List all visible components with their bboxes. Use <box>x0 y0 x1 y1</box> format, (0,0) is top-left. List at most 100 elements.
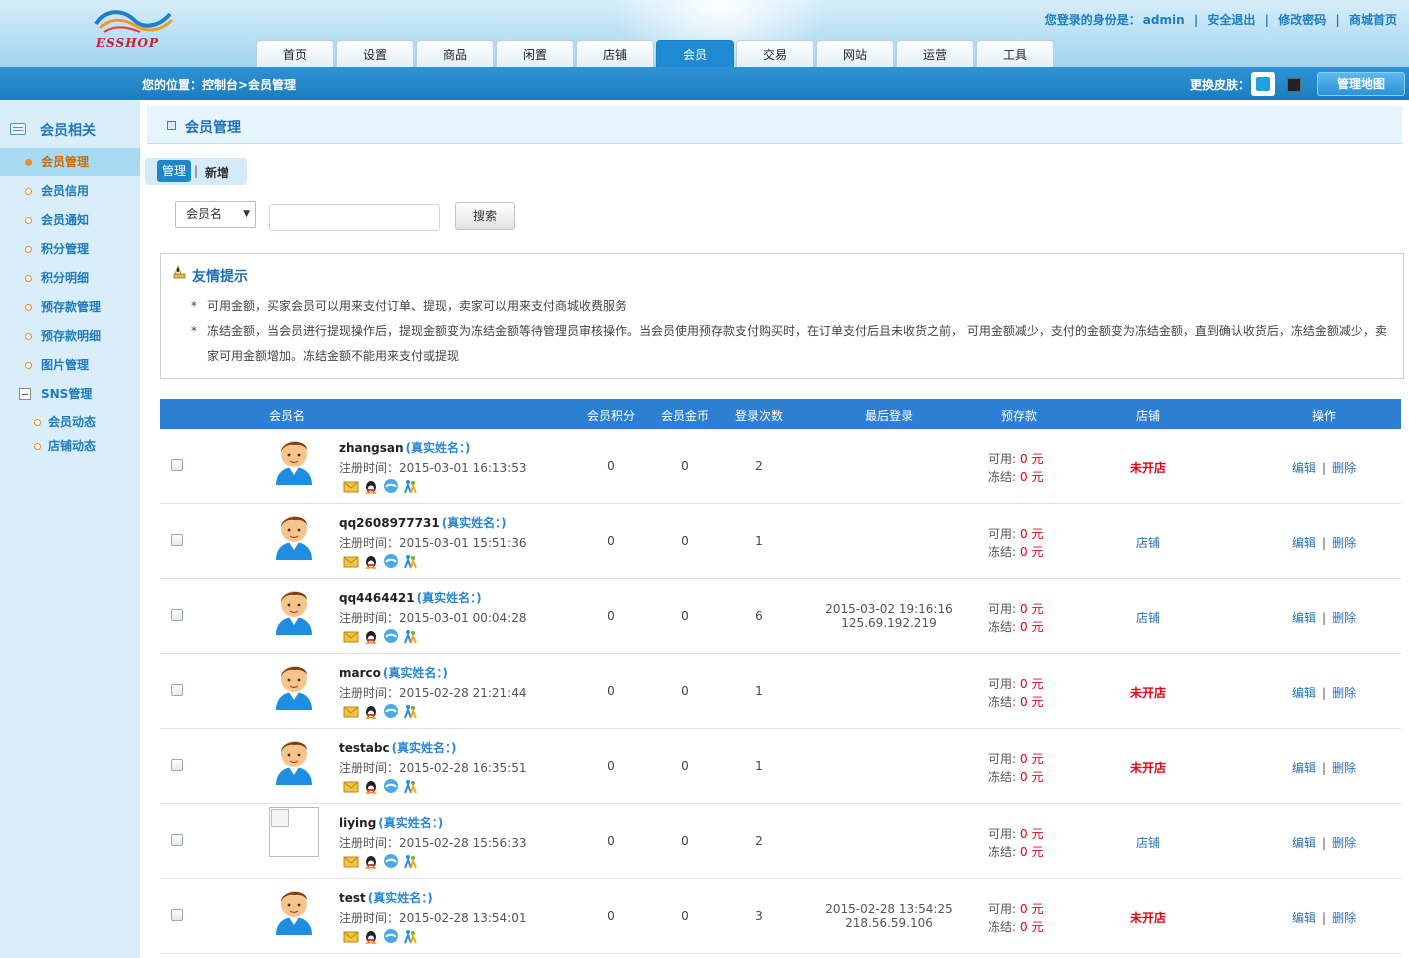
avatar-icon[interactable] <box>272 510 316 560</box>
row-checkbox[interactable] <box>171 459 183 471</box>
logout-link[interactable]: 安全退出 <box>1207 13 1255 27</box>
qq-icon[interactable] <box>363 853 379 869</box>
skin-blue-swatch[interactable] <box>1251 72 1275 96</box>
search-type-select[interactable]: 会员名 ▼ <box>175 201 256 228</box>
email-icon[interactable] <box>343 778 359 794</box>
edit-link[interactable]: 编辑 <box>1292 761 1316 775</box>
email-icon[interactable] <box>343 853 359 869</box>
nav-tab-goods[interactable]: 商品 <box>416 40 494 67</box>
mall-home-link[interactable]: 商城首页 <box>1349 13 1397 27</box>
edit-link[interactable]: 编辑 <box>1292 611 1316 625</box>
qq-icon[interactable] <box>363 628 379 644</box>
admin-map-button[interactable]: 管理地图 <box>1317 72 1405 96</box>
nav-tab-operation[interactable]: 运营 <box>896 40 974 67</box>
member-store[interactable]: 店铺 <box>1098 609 1198 626</box>
delete-link[interactable]: 删除 <box>1332 686 1356 700</box>
delete-link[interactable]: 删除 <box>1332 536 1356 550</box>
msn-icon[interactable] <box>402 628 418 644</box>
search-input[interactable] <box>269 204 440 231</box>
edit-link[interactable]: 编辑 <box>1292 461 1316 475</box>
member-username[interactable]: qq4464421 <box>339 591 415 605</box>
member-username[interactable]: marco <box>339 666 381 680</box>
msn-icon[interactable] <box>402 778 418 794</box>
sidebar-subitem-member-activity[interactable]: 会员动态 <box>34 413 96 431</box>
sidebar-item-points-manage[interactable]: 积分管理 <box>0 235 140 263</box>
broken-image-icon[interactable] <box>269 807 319 857</box>
sidebar-item-points-detail[interactable]: 积分明细 <box>0 264 140 292</box>
member-username[interactable]: liying <box>339 816 376 830</box>
row-checkbox[interactable] <box>171 759 183 771</box>
member-username[interactable]: testabc <box>339 741 390 755</box>
nav-tab-trade[interactable]: 交易 <box>736 40 814 67</box>
row-checkbox[interactable] <box>171 909 183 921</box>
nav-tab-website[interactable]: 网站 <box>816 40 894 67</box>
avatar-icon[interactable] <box>272 435 316 485</box>
sidebar-item-image-manage[interactable]: 图片管理 <box>0 351 140 379</box>
qq-icon[interactable] <box>363 703 379 719</box>
skin-black-swatch[interactable] <box>1281 72 1305 96</box>
msn-icon[interactable] <box>402 853 418 869</box>
edit-link[interactable]: 编辑 <box>1292 536 1316 550</box>
msn-icon[interactable] <box>402 553 418 569</box>
wangwang-icon[interactable] <box>383 778 399 794</box>
wangwang-icon[interactable] <box>383 628 399 644</box>
wangwang-icon[interactable] <box>383 928 399 944</box>
qq-icon[interactable] <box>363 553 379 569</box>
nav-tab-settings[interactable]: 设置 <box>336 40 414 67</box>
sidebar-group-sns[interactable]: SNS管理 <box>19 387 92 405</box>
row-checkbox[interactable] <box>171 534 183 546</box>
email-icon[interactable] <box>343 628 359 644</box>
wangwang-icon[interactable] <box>383 703 399 719</box>
member-username[interactable]: qq2608977731 <box>339 516 440 530</box>
search-button[interactable]: 搜索 <box>455 202 515 230</box>
row-checkbox[interactable] <box>171 684 183 696</box>
email-icon[interactable] <box>343 553 359 569</box>
nav-tab-member[interactable]: 会员 <box>656 40 734 67</box>
subtab-manage[interactable]: 管理 <box>157 160 191 182</box>
msn-icon[interactable] <box>402 703 418 719</box>
wangwang-icon[interactable] <box>383 553 399 569</box>
wangwang-icon[interactable] <box>383 478 399 494</box>
edit-link[interactable]: 编辑 <box>1292 686 1316 700</box>
esshop-logo[interactable]: ESSHOP <box>94 6 174 54</box>
sidebar-item-deposit-manage[interactable]: 预存款管理 <box>0 293 140 321</box>
nav-tab-home[interactable]: 首页 <box>256 40 334 67</box>
wangwang-icon[interactable] <box>383 853 399 869</box>
sidebar-item-deposit-detail[interactable]: 预存款明细 <box>0 322 140 350</box>
member-username[interactable]: test <box>339 891 366 905</box>
delete-link[interactable]: 删除 <box>1332 911 1356 925</box>
avatar-icon[interactable] <box>272 660 316 710</box>
qq-icon[interactable] <box>363 778 379 794</box>
email-icon[interactable] <box>343 703 359 719</box>
edit-link[interactable]: 编辑 <box>1292 911 1316 925</box>
row-checkbox[interactable] <box>171 834 183 846</box>
sidebar-item-member-credit[interactable]: 会员信用 <box>0 177 140 205</box>
member-store[interactable]: 店铺 <box>1098 834 1198 851</box>
qq-icon[interactable] <box>363 928 379 944</box>
msn-icon[interactable] <box>402 478 418 494</box>
delete-link[interactable]: 删除 <box>1332 761 1356 775</box>
member-username[interactable]: zhangsan <box>339 441 404 455</box>
avatar-icon[interactable] <box>272 885 316 935</box>
avatar-icon[interactable] <box>272 585 316 635</box>
nav-tab-tools[interactable]: 工具 <box>976 40 1054 67</box>
member-store[interactable]: 店铺 <box>1098 534 1198 551</box>
edit-link[interactable]: 编辑 <box>1292 836 1316 850</box>
qq-icon[interactable] <box>363 478 379 494</box>
avatar-icon[interactable] <box>272 735 316 785</box>
row-checkbox[interactable] <box>171 609 183 621</box>
delete-link[interactable]: 删除 <box>1332 461 1356 475</box>
delete-link[interactable]: 删除 <box>1332 836 1356 850</box>
nav-tab-idle[interactable]: 闲置 <box>496 40 574 67</box>
sidebar-item-member-manage[interactable]: 会员管理 <box>0 148 140 176</box>
delete-link[interactable]: 删除 <box>1332 611 1356 625</box>
nav-tab-store[interactable]: 店铺 <box>576 40 654 67</box>
change-password-link[interactable]: 修改密码 <box>1278 13 1326 27</box>
sidebar-subitem-store-activity[interactable]: 店铺动态 <box>34 437 96 455</box>
subtab-add[interactable]: 新增 <box>205 164 229 181</box>
email-icon[interactable] <box>343 478 359 494</box>
email-icon[interactable] <box>343 928 359 944</box>
collapse-minus-icon[interactable] <box>19 388 31 400</box>
msn-icon[interactable] <box>402 928 418 944</box>
sidebar-item-member-notice[interactable]: 会员通知 <box>0 206 140 234</box>
